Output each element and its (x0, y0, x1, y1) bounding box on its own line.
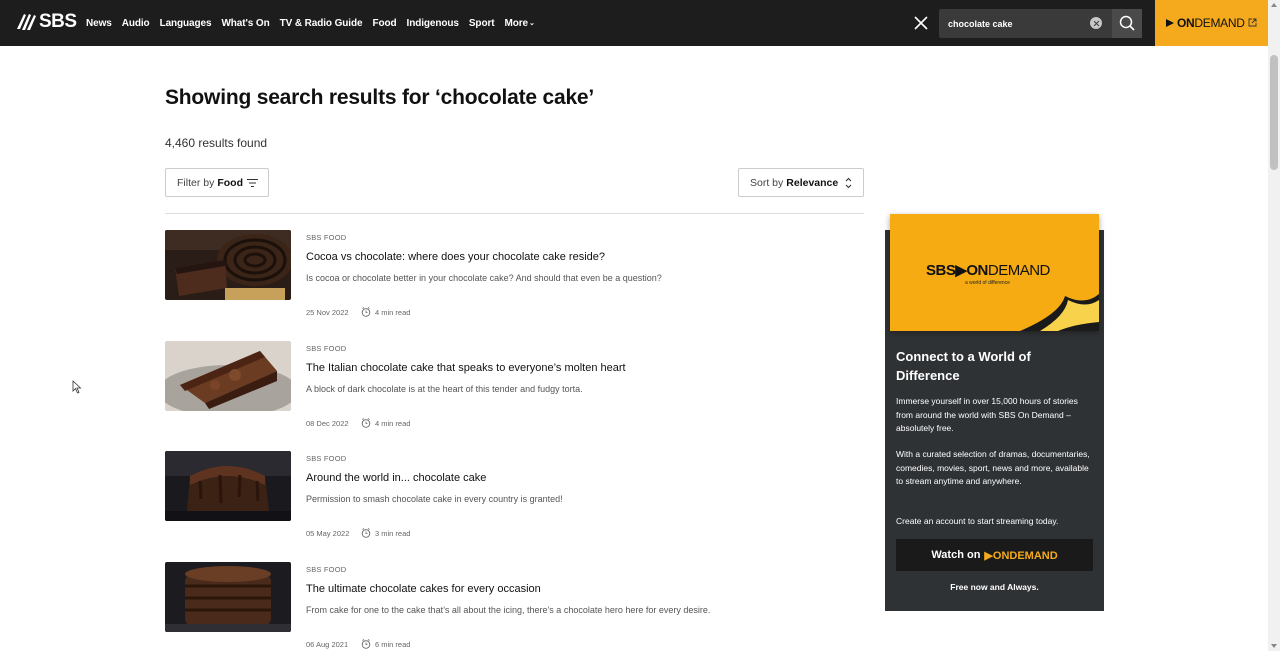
sort-prefix: Sort by (750, 176, 784, 189)
watch-brand: ▶ONDEMAND (984, 549, 1058, 562)
article-item[interactable]: SBS FOOD Around the world in... chocolat… (165, 451, 864, 551)
sbs-logo-text: SBS (39, 11, 77, 32)
nav-whats-on[interactable]: What's On (221, 18, 269, 29)
promo-paragraph: Immerse yourself in over 15,000 hours of… (896, 396, 1078, 433)
sort-arrows-icon (845, 177, 852, 189)
article-item[interactable]: SBS FOOD The ultimate chocolate cakes fo… (165, 562, 864, 662)
watch-brand-text: ONDEMAND (992, 549, 1058, 562)
promo-banner[interactable]: SBS▶ONDEMAND a world of difference (890, 214, 1099, 331)
article-read-time: 3 min read (361, 528, 410, 538)
chevron-down-icon: ⌄ (528, 19, 535, 27)
article-source: SBS FOOD (306, 565, 347, 574)
nav-indigenous[interactable]: Indigenous (407, 18, 459, 29)
nav-news[interactable]: News (86, 18, 112, 29)
search-box (939, 9, 1112, 38)
article-description: Permission to smash chocolate cake in ev… (306, 494, 563, 504)
article-read-time: 4 min read (361, 418, 410, 428)
article-description: Is cocoa or chocolate better in your cho… (306, 273, 662, 283)
article-date: 06 Aug 2021 (306, 640, 349, 649)
close-search-icon[interactable] (912, 14, 930, 32)
filter-button[interactable]: Filter by Food (165, 168, 269, 197)
article-read-time-label: 4 min read (375, 307, 411, 317)
article-read-time-label: 6 min read (375, 639, 411, 649)
filter-icon (247, 178, 258, 188)
ondemand-play-icon (1166, 19, 1174, 27)
results-count: 4,460 results found (165, 136, 268, 150)
filter-value: Food (217, 176, 243, 189)
results-divider (165, 213, 864, 214)
clock-icon (361, 528, 371, 538)
ondemand-label-rest: DEMAND (1194, 16, 1245, 30)
scroll-up-arrow-icon[interactable] (1271, 3, 1277, 7)
promo-logo-sbs: SBS (926, 262, 956, 279)
article-source: SBS FOOD (306, 454, 347, 463)
promo-tagline: a world of difference (965, 280, 1010, 286)
clear-search-icon[interactable] (1090, 17, 1102, 29)
nav-more[interactable]: More⌄ (504, 18, 534, 29)
promo-logo-on: ON (966, 262, 988, 279)
article-source: SBS FOOD (306, 233, 347, 242)
article-title[interactable]: Cocoa vs chocolate: where does your choc… (306, 251, 605, 263)
article-thumbnail[interactable] (165, 230, 291, 300)
top-navigation-bar: SBS News Audio Languages What's On TV & … (0, 0, 1268, 46)
clock-icon (361, 639, 371, 649)
filter-prefix: Filter by (177, 176, 215, 189)
scroll-down-arrow-icon[interactable] (1271, 644, 1277, 648)
clock-icon (361, 418, 371, 428)
promo-logo-demand: DEMAND (987, 262, 1051, 279)
external-link-icon (1248, 18, 1257, 27)
nav-audio[interactable]: Audio (122, 18, 150, 29)
article-title[interactable]: Around the world in... chocolate cake (306, 472, 486, 484)
search-icon (1119, 15, 1135, 31)
search-input[interactable] (948, 16, 1088, 31)
page-scrollbar[interactable] (1268, 0, 1280, 651)
sbs-logo-icon (17, 14, 36, 30)
article-item[interactable]: SBS FOOD The Italian chocolate cake that… (165, 341, 864, 441)
watch-on-ondemand-button[interactable]: Watch on ▶ONDEMAND (896, 539, 1093, 571)
search-button[interactable] (1112, 9, 1142, 38)
nav-tv-radio-guide[interactable]: TV & Radio Guide (280, 18, 363, 29)
sbs-logo[interactable]: SBS (15, 11, 77, 33)
article-thumbnail[interactable] (165, 562, 291, 632)
article-date: 05 May 2022 (306, 529, 350, 538)
sort-value: Relevance (786, 176, 839, 189)
watch-label: Watch on (931, 549, 981, 561)
article-read-time: 6 min read (361, 639, 410, 649)
promo-heading: Connect to a World of Difference (896, 349, 1031, 383)
sort-button[interactable]: Sort by Relevance (738, 168, 864, 197)
article-thumbnail[interactable] (165, 451, 291, 521)
nav-food[interactable]: Food (372, 18, 396, 29)
article-title[interactable]: The Italian chocolate cake that speaks t… (306, 362, 626, 374)
promo-paragraph: With a curated selection of dramas, docu… (896, 449, 1090, 486)
ondemand-label-bold: ON (1177, 16, 1195, 30)
promo-ondemand-logo: SBS▶ONDEMAND (926, 262, 1051, 279)
scroll-thumb[interactable] (1270, 55, 1278, 170)
promo-paragraph: Create an account to start streaming tod… (896, 516, 1059, 526)
article-read-time-label: 3 min read (375, 528, 411, 538)
promo-free-text: Free now and Always. (950, 582, 1039, 592)
mouse-cursor-icon (72, 380, 82, 394)
article-date: 25 Nov 2022 (306, 308, 349, 317)
article-title[interactable]: The ultimate chocolate cakes for every o… (306, 583, 541, 595)
nav-more-label: More (504, 17, 528, 29)
article-description: A block of dark chocolate is at the hear… (306, 384, 583, 394)
main-nav: News Audio Languages What's On TV & Radi… (86, 0, 545, 46)
article-source: SBS FOOD (306, 344, 347, 353)
article-description: From cake for one to the cake that’s all… (306, 605, 711, 615)
ondemand-link[interactable]: ONDEMAND (1155, 0, 1268, 46)
nav-sport[interactable]: Sport (469, 18, 495, 29)
ondemand-label: ONDEMAND (1177, 16, 1245, 30)
article-read-time-label: 4 min read (375, 418, 411, 428)
nav-languages[interactable]: Languages (160, 18, 212, 29)
clock-icon (361, 307, 371, 317)
article-thumbnail[interactable] (165, 341, 291, 411)
article-read-time: 4 min read (361, 307, 410, 317)
article-item[interactable]: SBS FOOD Cocoa vs chocolate: where does … (165, 230, 864, 330)
article-date: 08 Dec 2022 (306, 419, 349, 428)
page-title: Showing search results for ‘chocolate ca… (165, 86, 595, 109)
